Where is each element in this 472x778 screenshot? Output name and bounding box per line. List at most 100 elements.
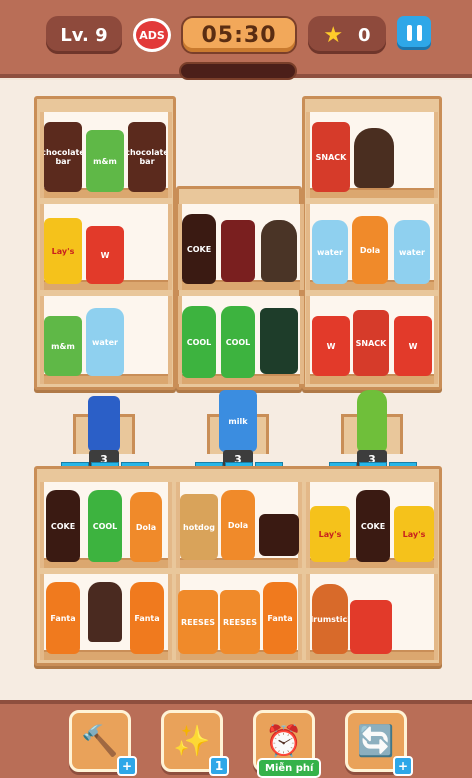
top-bar: Lv. 9 ADS 05:30 ★ 0 — [0, 0, 472, 80]
shuffle-badge-label: + — [397, 759, 409, 773]
dola-bottle-item[interactable]: Dola — [130, 492, 162, 562]
fanta-label: Fanta — [134, 613, 160, 623]
water-label: water — [317, 247, 343, 257]
lays-item[interactable]: Lay's — [44, 218, 82, 284]
coke-label: COKE — [186, 244, 212, 254]
reeses-label: REESES — [222, 617, 258, 627]
mm-item[interactable]: m&m — [44, 316, 82, 376]
fries-item[interactable]: W — [394, 316, 432, 376]
reeses-item[interactable]: REESES — [220, 590, 260, 654]
ads-label: ADS — [139, 28, 165, 42]
level-label: Lv. 9 — [60, 24, 108, 46]
fanta-bottle-item[interactable]: Fanta — [263, 582, 297, 654]
snack-label: SNACK — [355, 338, 387, 348]
timer: 05:30 — [181, 16, 297, 54]
dola-label: Dola — [227, 520, 249, 530]
dola-bottle-item[interactable]: Dola — [352, 216, 388, 284]
drumstick-item[interactable]: drumstick — [312, 584, 348, 654]
pause-icon-bar — [416, 25, 422, 41]
coke-bottle-item[interactable]: COKE — [182, 214, 216, 284]
booster-bar: 🔨 + ✨ 1 ⏰ Miễn phí 🔄 + — [0, 700, 472, 778]
mm-label: m&m — [51, 341, 75, 351]
hammer-add-badge[interactable]: + — [117, 756, 137, 776]
fries-item[interactable]: W — [86, 226, 124, 284]
mm-label: m&m — [93, 156, 117, 166]
lays-label: Lay's — [51, 246, 75, 256]
magic-wand-badge-label: 1 — [214, 759, 224, 773]
chocolate-cone-item[interactable] — [261, 220, 297, 282]
green-bottle-item[interactable] — [357, 390, 387, 452]
lays-label: Lay's — [318, 529, 342, 539]
water-label: water — [92, 337, 118, 347]
dola-label: Dola — [135, 522, 157, 532]
lays-item[interactable]: Lay's — [394, 506, 434, 562]
ice-cream-bar-item[interactable] — [88, 582, 122, 642]
dola-bottle-item[interactable]: Dola — [221, 490, 255, 560]
hammer-badge-label: + — [121, 759, 133, 773]
lays-label: Lay's — [402, 529, 426, 539]
chocolate-label: chocolate bar — [44, 148, 82, 166]
milk-carton-item[interactable]: milk — [219, 390, 257, 452]
fries-label: W — [100, 250, 110, 260]
fries-item[interactable]: W — [312, 316, 350, 376]
coke-label: COKE — [50, 521, 76, 531]
mm-item[interactable]: m&m — [86, 130, 124, 192]
snack-label: SNACK — [315, 152, 347, 162]
cool-label: COOL — [92, 521, 118, 531]
star-progress-bar — [179, 62, 297, 80]
cool-bottle-item[interactable]: COOL — [88, 490, 122, 562]
coke-label: COKE — [360, 521, 386, 531]
dola-label: Dola — [359, 245, 381, 255]
cool-label: COOL — [225, 337, 251, 347]
cool-bottle-item[interactable]: COOL — [221, 306, 255, 378]
pause-button[interactable] — [397, 16, 431, 50]
stars-count: 0 — [358, 24, 371, 46]
water-bottle-item[interactable]: water — [86, 308, 124, 376]
cola-can-item[interactable] — [221, 220, 255, 282]
hammer-icon: 🔨 — [81, 723, 119, 759]
hotdog-label: hotdog — [183, 522, 215, 532]
magic-wand-count-badge: 1 — [209, 756, 229, 776]
remove-ads-button[interactable]: ADS — [133, 18, 171, 52]
coke-bottle-item[interactable]: COKE — [356, 490, 390, 562]
cool-label: COOL — [186, 337, 212, 347]
hotdog-cup-item[interactable]: hotdog — [180, 494, 218, 560]
pause-icon — [406, 25, 412, 41]
stars-counter: ★ 0 — [308, 16, 386, 54]
lays-item[interactable]: Lay's — [310, 506, 350, 562]
pepsi-can-item[interactable] — [88, 396, 120, 452]
free-badge[interactable]: Miễn phí — [257, 758, 322, 778]
level-indicator: Lv. 9 — [46, 16, 122, 54]
cool-bottle-item[interactable]: COOL — [182, 306, 216, 378]
chocolate-item[interactable]: chocolate bar — [44, 122, 82, 192]
water-bottle-item[interactable]: water — [394, 220, 430, 284]
reeses-label: REESES — [180, 617, 216, 627]
fanta-label: Fanta — [267, 613, 293, 623]
chocolate-item[interactable]: chocolate bar — [128, 122, 166, 192]
drumstick-label: drumstick — [312, 614, 348, 624]
reeses-item[interactable]: REESES — [178, 590, 218, 654]
chocolate-cone-item[interactable] — [354, 128, 394, 188]
water-bottle-item[interactable]: water — [312, 220, 348, 284]
water-label: water — [399, 247, 425, 257]
chicken-bucket-item[interactable] — [350, 600, 392, 654]
coffee-cup-item[interactable] — [260, 308, 298, 374]
star-icon: ★ — [323, 22, 344, 48]
fanta-label: Fanta — [50, 613, 76, 623]
alarm-clock-icon: ⏰ — [265, 723, 303, 759]
shuffle-add-badge[interactable]: + — [393, 756, 413, 776]
fanta-bottle-item[interactable]: Fanta — [130, 582, 164, 654]
free-badge-label: Miễn phí — [265, 762, 314, 774]
magic-wand-icon: ✨ — [173, 723, 211, 759]
fanta-bottle-item[interactable]: Fanta — [46, 582, 80, 654]
shuffle-icon: 🔄 — [357, 723, 395, 759]
chocolate-label: chocolate bar — [128, 148, 166, 166]
snack-can-item[interactable]: SNACK — [353, 310, 389, 376]
milk-label: milk — [228, 416, 248, 426]
timer-value: 05:30 — [201, 22, 277, 48]
fries-label: W — [408, 341, 418, 351]
snack-can-item[interactable]: SNACK — [312, 122, 350, 192]
fries-label: W — [326, 341, 336, 351]
pudding-item[interactable] — [259, 514, 299, 556]
coke-bottle-item[interactable]: COKE — [46, 490, 80, 562]
